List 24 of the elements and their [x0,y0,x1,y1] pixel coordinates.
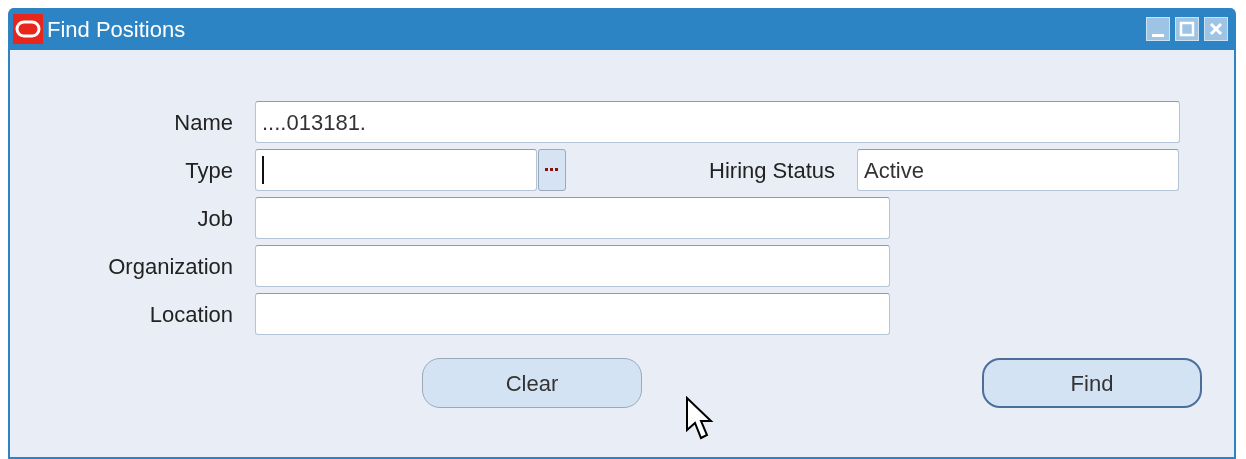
window-title: Find Positions [47,15,186,44]
field-label: Name [173,108,234,137]
logo-icon [13,14,43,44]
field-label: Location [148,300,234,329]
action-button[interactable]: Find [982,358,1202,408]
maximize-icon [1179,21,1195,37]
field-label: Organization [107,252,234,281]
maximize-button[interactable] [1175,17,1199,41]
ellipsis-icon [545,167,559,173]
close-icon [1208,21,1224,37]
input-field[interactable] [255,197,890,239]
input-field[interactable] [255,245,890,287]
field-label: Job [196,204,234,233]
input-field[interactable]: Active [857,149,1179,191]
action-button[interactable]: Clear [422,358,642,408]
close-button[interactable] [1204,17,1228,41]
input-field[interactable] [255,149,537,191]
lookup-button[interactable] [538,149,566,191]
input-field[interactable] [255,293,890,335]
minimize-button[interactable] [1146,17,1170,41]
field-label: Hiring Status [708,156,836,185]
input-field[interactable]: ....013181. [255,101,1180,143]
minimize-icon [1152,33,1164,37]
field-label: Type [184,156,234,185]
